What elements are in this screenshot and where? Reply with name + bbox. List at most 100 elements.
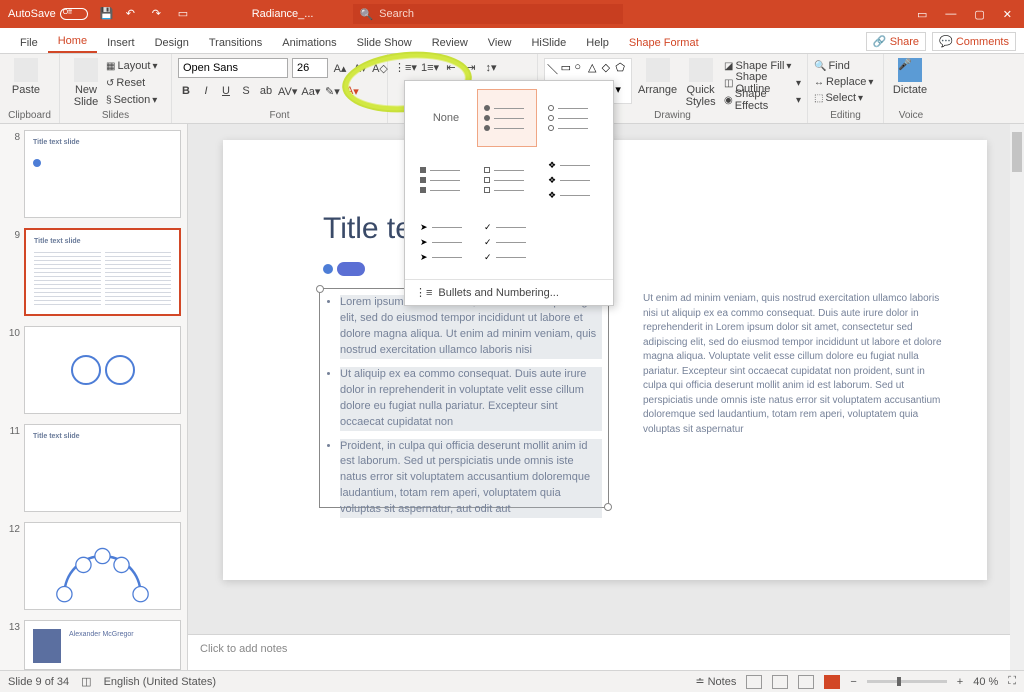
reading-view-icon[interactable] [798,675,814,689]
select-button[interactable]: ⬚ Select ▾ [814,90,877,106]
quick-access-toolbar: 💾 ↶ ↷ ▭ [100,7,192,21]
undo-icon[interactable]: ↶ [126,7,140,21]
underline-icon[interactable]: U [218,82,234,100]
tab-review[interactable]: Review [422,33,478,53]
thumbnail-12[interactable] [24,522,181,610]
tab-home[interactable]: Home [48,31,97,53]
tab-view[interactable]: View [478,33,522,53]
normal-view-icon[interactable] [746,675,762,689]
list-item[interactable]: Proident, in culpa qui officia deserunt … [340,439,602,519]
minimize-icon[interactable]: — [945,8,956,21]
indent-left-icon[interactable]: ⇤ [443,58,459,76]
thumbnail-9[interactable]: Title text slide [24,228,181,316]
slide-counter: Slide 9 of 34 [8,676,69,688]
autosave-label: AutoSave [8,8,56,20]
strike-icon[interactable]: S [238,82,254,100]
zoom-slider[interactable] [867,680,947,683]
search-placeholder: Search [379,8,414,20]
list-icon: ⋮≡ [415,286,432,299]
indent-right-icon[interactable]: ⇥ [463,58,479,76]
comments-button[interactable]: 💬 Comments [932,32,1016,51]
redo-icon[interactable]: ↷ [152,7,166,21]
zoom-out-icon[interactable]: − [850,676,856,688]
ribbon-tabs: File Home Insert Design Transitions Anim… [0,28,1024,54]
bullet-option-check[interactable]: ✓ ✓ ✓ [477,213,537,271]
bullet-option-open-square[interactable] [477,151,537,209]
zoom-level[interactable]: 40 % [973,676,998,688]
font-size-select[interactable] [292,58,328,78]
list-item[interactable]: Ut aliquip ex ea commo consequat. Duis a… [340,367,602,431]
tab-transitions[interactable]: Transitions [199,33,272,53]
search-box[interactable]: 🔍 Search [353,4,623,24]
clipboard-group-label: Clipboard [0,110,59,121]
tab-help[interactable]: Help [576,33,619,53]
notes-toggle[interactable]: ≐ Notes [695,675,736,688]
accent-shape [323,260,373,276]
bullet-option-filled-dot[interactable] [477,89,537,147]
right-text-box[interactable]: Ut enim ad minim veniam, quis nostrud ex… [643,292,943,437]
section-button[interactable]: § Section ▾ [106,92,158,108]
tab-insert[interactable]: Insert [97,33,145,53]
quick-styles-button[interactable]: Quick Styles [683,58,718,108]
bullets-numbering-link[interactable]: ⋮≡ Bullets and Numbering... [405,279,613,305]
spacing-icon[interactable]: AV▾ [278,82,297,100]
bullet-option-none[interactable]: None [413,89,473,147]
zoom-in-icon[interactable]: + [957,676,963,688]
editing-group-label: Editing [808,110,883,121]
vertical-scrollbar[interactable] [1010,124,1024,670]
language-status[interactable]: English (United States) [104,676,217,688]
bullet-option-arrow[interactable]: ➤ ➤ ➤ [413,213,473,271]
line-spacing-icon[interactable]: ↕▾ [483,58,499,76]
tab-file[interactable]: File [10,33,48,53]
autosave-toggle[interactable]: AutoSave Off [8,8,88,20]
tab-shape-format[interactable]: Shape Format [619,33,709,53]
bullet-option-open-circle[interactable] [541,89,601,147]
slideshow-view-icon[interactable] [824,675,840,689]
replace-button[interactable]: ↔ Replace ▾ [814,74,877,90]
tab-animations[interactable]: Animations [272,33,346,53]
shape-effects-button[interactable]: ◉ Shape Effects ▾ [724,92,801,108]
font-color-icon[interactable]: A▾ [344,82,360,100]
sorter-view-icon[interactable] [772,675,788,689]
thumbnail-8[interactable]: Title text slide [24,130,181,218]
reset-button[interactable]: ↺ Reset [106,75,158,91]
numbering-icon[interactable]: 1≡▾ [421,58,439,76]
new-slide-button[interactable]: New Slide [66,58,106,108]
shadow-icon[interactable]: ab [258,82,274,100]
start-slideshow-icon[interactable]: ▭ [178,7,192,21]
close-icon[interactable]: ✕ [1003,8,1012,21]
fit-window-icon[interactable]: ⛶ [1008,675,1016,688]
bullet-option-diamond[interactable]: ❖ ❖ ❖ [541,151,601,209]
dictate-button[interactable]: 🎤Dictate [890,58,930,96]
case-icon[interactable]: Aa▾ [301,82,320,100]
bullets-icon[interactable]: ⋮≡▾ [394,58,417,76]
tab-slideshow[interactable]: Slide Show [347,33,422,53]
clear-format-icon[interactable]: A◇ [372,59,388,77]
find-button[interactable]: 🔍 Find [814,58,877,74]
bullet-option-empty[interactable] [541,213,601,271]
tab-hislide[interactable]: HiSlide [521,33,576,53]
highlight-icon[interactable]: ✎▾ [324,82,340,100]
status-bar: Slide 9 of 34 ◫ English (United States) … [0,670,1024,692]
maximize-icon[interactable]: ▢ [974,8,984,21]
notes-pane[interactable]: Click to add notes [188,634,1010,670]
tab-design[interactable]: Design [145,33,199,53]
increase-font-icon[interactable]: A▴ [332,59,348,77]
accessibility-icon[interactable]: ◫ [81,675,91,688]
arrange-button[interactable]: Arrange [638,58,677,108]
bold-icon[interactable]: B [178,82,194,100]
share-button[interactable]: 🔗 Share [866,32,926,51]
decrease-font-icon[interactable]: A▾ [352,59,368,77]
italic-icon[interactable]: I [198,82,214,100]
font-family-select[interactable] [178,58,288,78]
save-icon[interactable]: 💾 [100,7,114,21]
bullet-option-filled-square[interactable] [413,151,473,209]
left-text-box[interactable]: Lorem ipsum dolor sit amet, consectetur … [319,288,609,508]
thumbnail-13[interactable]: Alexander McGregor [24,620,181,670]
paste-button[interactable]: Paste [6,58,46,96]
layout-button[interactable]: ▦ Layout ▾ [106,58,158,74]
thumbnail-11[interactable]: Title text slide [24,424,181,512]
slide-thumbnail-panel[interactable]: 8Title text slide 9Title text slide 10 1… [0,124,188,670]
ribbon-options-icon[interactable]: ▭ [917,8,927,21]
thumbnail-10[interactable] [24,326,181,414]
